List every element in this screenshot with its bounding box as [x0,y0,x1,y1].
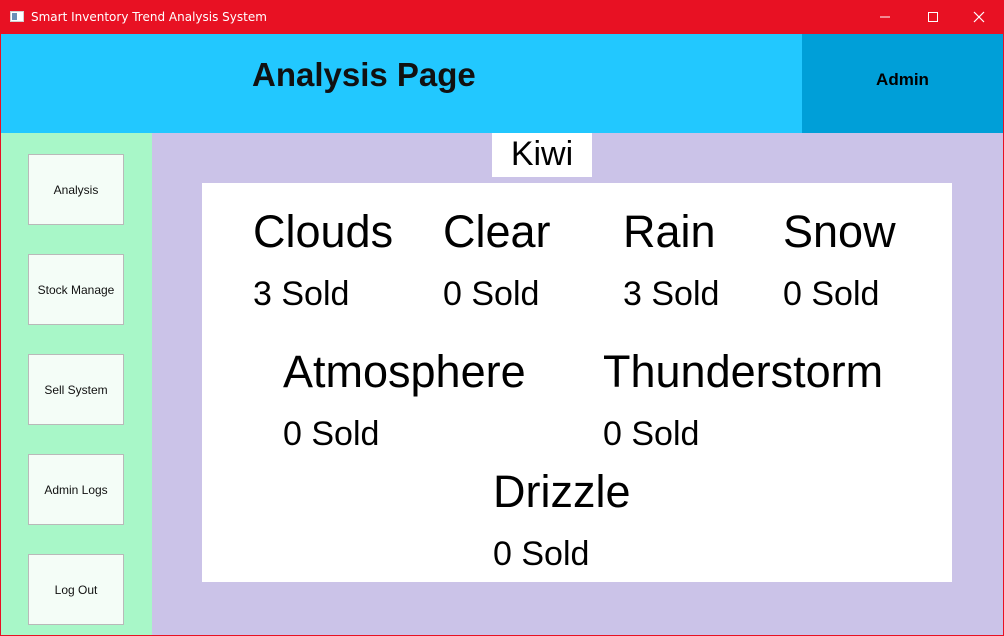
maximize-button[interactable] [910,0,956,33]
weather-sold-snow: 0 Sold [783,275,880,313]
weather-name-drizzle: Drizzle [493,466,631,517]
minimize-button[interactable] [862,0,908,33]
sidebar: Analysis Stock Manage Sell System Admin … [1,133,152,635]
window-app-icon [10,11,24,22]
weather-sold-thunderstorm: 0 Sold [603,415,700,453]
weather-name-rain: Rain [623,206,716,257]
weather-name-clouds: Clouds [253,206,394,257]
header-bar: Analysis Page [1,34,802,133]
minimize-icon [880,16,890,18]
user-label: Admin [876,70,929,89]
weather-sold-drizzle: 0 Sold [493,535,590,573]
sell-system-button[interactable]: Sell System [28,354,124,425]
close-icon [973,11,985,23]
analysis-button[interactable]: Analysis [28,154,124,225]
weather-sold-clouds: 3 Sold [253,275,350,313]
product-name: Kiwi [510,135,574,173]
user-panel: Admin [802,34,1003,133]
close-button[interactable] [956,0,1002,33]
admin-logs-button[interactable]: Admin Logs [28,454,124,525]
window-title: Smart Inventory Trend Analysis System [31,10,267,24]
weather-sold-clear: 0 Sold [443,275,540,313]
stock-manage-button[interactable]: Stock Manage [28,254,124,325]
weather-sold-atmosphere: 0 Sold [283,415,380,453]
product-label-box: Kiwi [492,133,592,177]
weather-name-clear: Clear [443,206,551,257]
page-title: Analysis Page [252,56,476,93]
weather-name-atmosphere: Atmosphere [283,346,526,397]
title-bar[interactable]: Smart Inventory Trend Analysis System [0,0,1004,34]
client-area: Analysis Page Admin Analysis Stock Manag… [1,34,1003,635]
log-out-button[interactable]: Log Out [28,554,124,625]
weather-stats-panel: Clouds 3 Sold Clear 0 Sold Rain 3 Sold S… [202,183,952,582]
maximize-icon [928,12,938,22]
app-window: Smart Inventory Trend Analysis System An… [0,0,1004,636]
weather-name-thunderstorm: Thunderstorm [603,346,884,397]
weather-sold-rain: 3 Sold [623,275,720,313]
weather-name-snow: Snow [783,206,896,257]
